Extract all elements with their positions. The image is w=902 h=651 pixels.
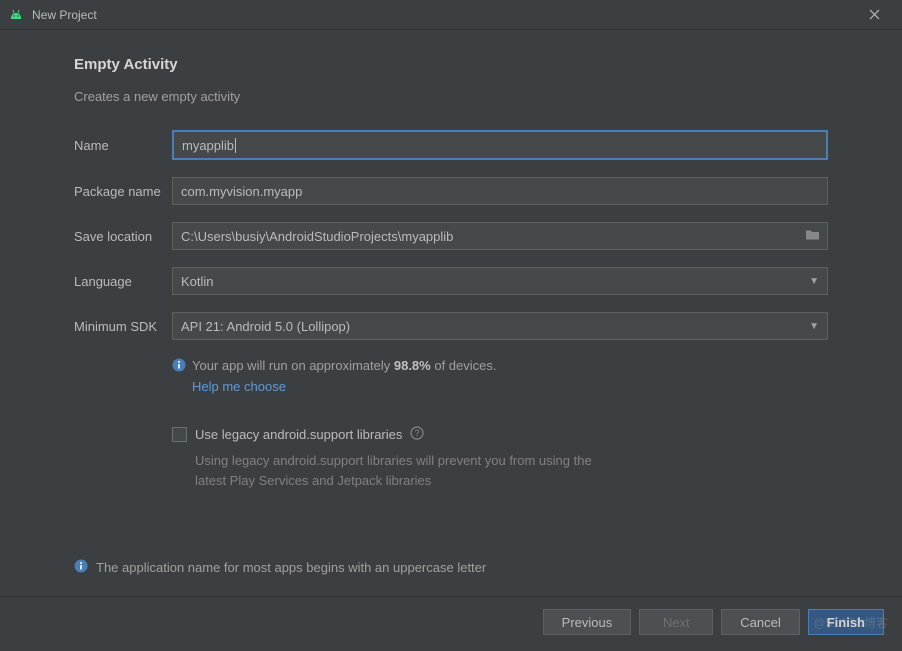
save-location-label: Save location [74, 229, 172, 244]
name-row: Name myapplib [74, 130, 828, 160]
min-sdk-select[interactable]: API 21: Android 5.0 (Lollipop) ▼ [172, 312, 828, 340]
package-row: Package name [74, 177, 828, 205]
package-label: Package name [74, 184, 172, 199]
warning-row: The application name for most apps begin… [0, 559, 902, 576]
warning-text: The application name for most apps begin… [96, 560, 486, 575]
name-input[interactable]: myapplib [172, 130, 828, 160]
help-me-choose-link[interactable]: Help me choose [192, 379, 828, 394]
device-coverage-text: Your app will run on approximately 98.8%… [192, 357, 497, 375]
button-bar: Previous Next Cancel Finish [0, 596, 902, 651]
content-area: Empty Activity Creates a new empty activ… [0, 30, 902, 490]
bottom-area: The application name for most apps begin… [0, 559, 902, 651]
cancel-button[interactable]: Cancel [721, 609, 799, 635]
window-title: New Project [32, 8, 854, 22]
browse-folder-button[interactable] [805, 229, 820, 244]
min-sdk-label: Minimum SDK [74, 319, 172, 334]
svg-text:?: ? [415, 428, 420, 438]
next-button: Next [639, 609, 713, 635]
text-cursor [235, 138, 236, 153]
help-icon: ? [410, 426, 424, 440]
save-location-input[interactable] [172, 222, 828, 250]
chevron-down-icon: ▼ [809, 276, 819, 287]
save-location-row: Save location [74, 222, 828, 250]
previous-button[interactable]: Previous [543, 609, 632, 635]
package-input[interactable] [172, 177, 828, 205]
language-row: Language Kotlin ▼ [74, 267, 828, 295]
legacy-help-button[interactable]: ? [410, 426, 424, 443]
info-section: Your app will run on approximately 98.8%… [172, 357, 828, 394]
android-icon [8, 7, 24, 23]
min-sdk-row: Minimum SDK API 21: Android 5.0 (Lollipo… [74, 312, 828, 340]
page-title: Empty Activity [74, 56, 828, 73]
info-icon [172, 358, 186, 375]
finish-button[interactable]: Finish [808, 609, 884, 635]
info-icon [74, 559, 88, 576]
chevron-down-icon: ▼ [809, 321, 819, 332]
legacy-checkbox[interactable] [172, 427, 187, 442]
legacy-label: Use legacy android.support libraries [195, 427, 402, 442]
folder-icon [805, 229, 820, 241]
name-label: Name [74, 138, 172, 153]
legacy-hint: Using legacy android.support libraries w… [195, 451, 625, 490]
close-button[interactable] [854, 1, 894, 29]
legacy-section: Use legacy android.support libraries ? U… [172, 426, 828, 490]
close-icon [869, 9, 880, 20]
language-label: Language [74, 274, 172, 289]
titlebar: New Project [0, 0, 902, 30]
page-subtitle: Creates a new empty activity [74, 89, 828, 104]
language-select[interactable]: Kotlin ▼ [172, 267, 828, 295]
